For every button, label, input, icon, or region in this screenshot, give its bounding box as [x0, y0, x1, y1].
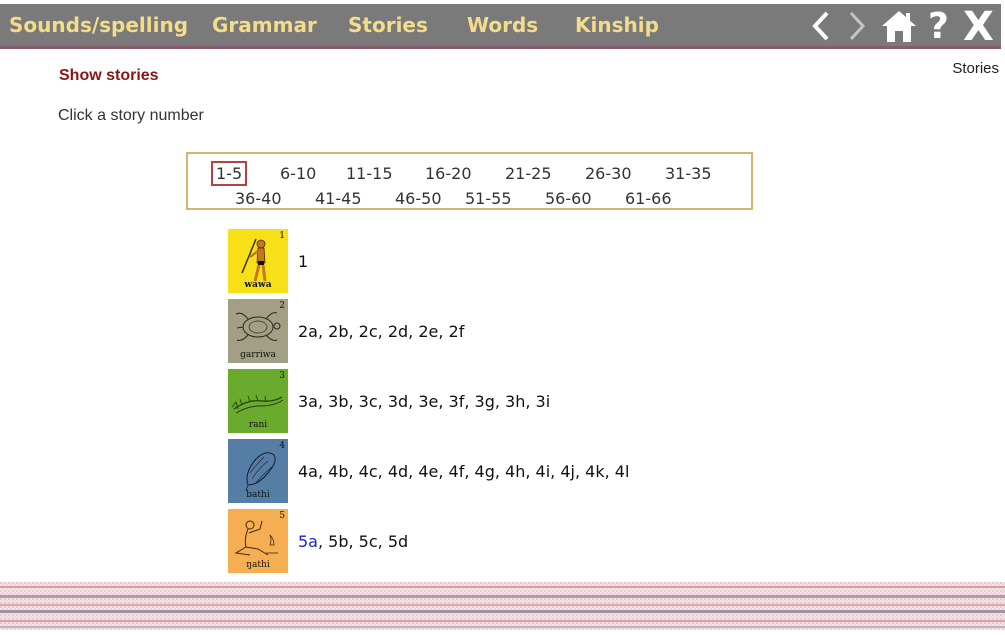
chevron-right-icon[interactable] — [846, 10, 868, 47]
story-part-link[interactable]: 3b — [328, 392, 348, 411]
help-icon[interactable]: ? — [928, 6, 949, 47]
story-thumbnail[interactable]: 4 bathi — [228, 439, 288, 503]
story-part-link[interactable]: 5b — [328, 532, 348, 551]
story-number: 1 — [279, 231, 285, 241]
range-link-21-25[interactable]: 21-25 — [505, 164, 552, 183]
story-part-link[interactable]: 4c — [359, 462, 378, 481]
story-part-link[interactable]: 4g — [475, 462, 495, 481]
story-part-link[interactable]: 3i — [536, 392, 551, 411]
nav-kinship[interactable]: Kinship — [575, 13, 659, 37]
story-part-link[interactable]: 4k — [585, 462, 604, 481]
story-thumbnail-label: garriwa — [240, 350, 276, 360]
story-parts: 1 — [298, 252, 308, 271]
range-link-56-60[interactable]: 56-60 — [545, 189, 592, 208]
instruction-text: Click a story number — [58, 107, 204, 124]
story-part-link[interactable]: 3a — [298, 392, 318, 411]
decorative-striped-footer — [0, 582, 1005, 630]
story-number: 3 — [279, 371, 285, 381]
range-link-61-66[interactable]: 61-66 — [625, 189, 672, 208]
story-part-link[interactable]: 4i — [536, 462, 551, 481]
story-number: 2 — [279, 301, 285, 311]
story-part-link[interactable]: 1 — [298, 252, 308, 271]
story-part-link[interactable]: 4j — [560, 462, 575, 481]
story-part-link[interactable]: 2f — [449, 322, 465, 341]
story-part-link[interactable]: 4d — [388, 462, 408, 481]
range-link-41-45[interactable]: 41-45 — [315, 189, 362, 208]
story-number: 4 — [279, 441, 285, 451]
story-part-link[interactable]: 4b — [328, 462, 348, 481]
story-part-link[interactable]: 3g — [475, 392, 495, 411]
story-thumbnail-label: bathi — [246, 490, 270, 500]
story-parts: 2a, 2b, 2c, 2d, 2e, 2f — [298, 322, 465, 341]
story-part-link[interactable]: 3d — [388, 392, 408, 411]
story-part-link[interactable]: 4a — [298, 462, 318, 481]
range-link-51-55[interactable]: 51-55 — [465, 189, 512, 208]
range-link-26-30[interactable]: 26-30 — [585, 164, 632, 183]
range-link-11-15[interactable]: 11-15 — [346, 164, 393, 183]
story-parts: 5a, 5b, 5c, 5d — [298, 532, 409, 551]
top-nav-bar: Sounds/spelling Grammar Stories Words Ki… — [0, 4, 1001, 50]
story-part-link[interactable]: 2c — [359, 322, 378, 341]
story-part-link[interactable]: 5d — [388, 532, 408, 551]
nav-grammar[interactable]: Grammar — [212, 13, 317, 37]
range-link-1-5[interactable]: 1-5 — [210, 161, 248, 186]
story-part-link[interactable]: 3c — [359, 392, 378, 411]
story-parts: 3a, 3b, 3c, 3d, 3e, 3f, 3g, 3h, 3i — [298, 392, 551, 411]
home-icon[interactable] — [881, 9, 917, 48]
nav-sounds-spelling[interactable]: Sounds/spelling — [9, 13, 188, 37]
story-part-link[interactable]: 3e — [418, 392, 438, 411]
story-part-link[interactable]: 4f — [449, 462, 465, 481]
range-link-31-35[interactable]: 31-35 — [665, 164, 712, 183]
page-title: Show stories — [59, 67, 159, 84]
story-part-link[interactable]: 4e — [418, 462, 438, 481]
story-thumbnail-label: ŋathi — [246, 560, 270, 570]
story-part-link[interactable]: 2e — [418, 322, 438, 341]
story-parts: 4a, 4b, 4c, 4d, 4e, 4f, 4g, 4h, 4i, 4j, … — [298, 462, 630, 481]
story-range-selector: 1-5 6-10 11-15 16-20 21-25 26-30 31-35 3… — [186, 152, 753, 210]
range-link-36-40[interactable]: 36-40 — [235, 189, 282, 208]
nav-words[interactable]: Words — [467, 13, 538, 37]
range-link-6-10[interactable]: 6-10 — [280, 164, 316, 183]
story-part-link[interactable]: 4h — [505, 462, 525, 481]
story-part-link-active[interactable]: 5a — [298, 532, 318, 551]
story-part-link[interactable]: 2b — [328, 322, 348, 341]
section-name: Stories — [952, 60, 999, 77]
story-thumbnail[interactable]: 5 ŋathi — [228, 509, 288, 573]
story-thumbnail-label: wawa — [244, 280, 272, 290]
story-thumbnail[interactable]: 1 wawa — [228, 229, 288, 293]
story-number: 5 — [279, 511, 285, 521]
story-part-link[interactable]: 3f — [449, 392, 465, 411]
story-thumbnail-label: rani — [248, 420, 268, 430]
story-part-link[interactable]: 2a — [298, 322, 318, 341]
range-link-46-50[interactable]: 46-50 — [395, 189, 442, 208]
story-thumbnail[interactable]: 3 rani — [228, 369, 288, 433]
nav-stories[interactable]: Stories — [348, 13, 428, 37]
chevron-left-icon[interactable] — [810, 10, 832, 47]
range-link-16-20[interactable]: 16-20 — [425, 164, 472, 183]
close-icon[interactable]: X — [963, 4, 994, 50]
story-part-link[interactable]: 3h — [505, 392, 525, 411]
story-thumbnail[interactable]: 2 garriwa — [228, 299, 288, 363]
story-part-link[interactable]: 2d — [388, 322, 408, 341]
story-part-link[interactable]: 4l — [615, 462, 630, 481]
story-part-link[interactable]: 5c — [359, 532, 378, 551]
